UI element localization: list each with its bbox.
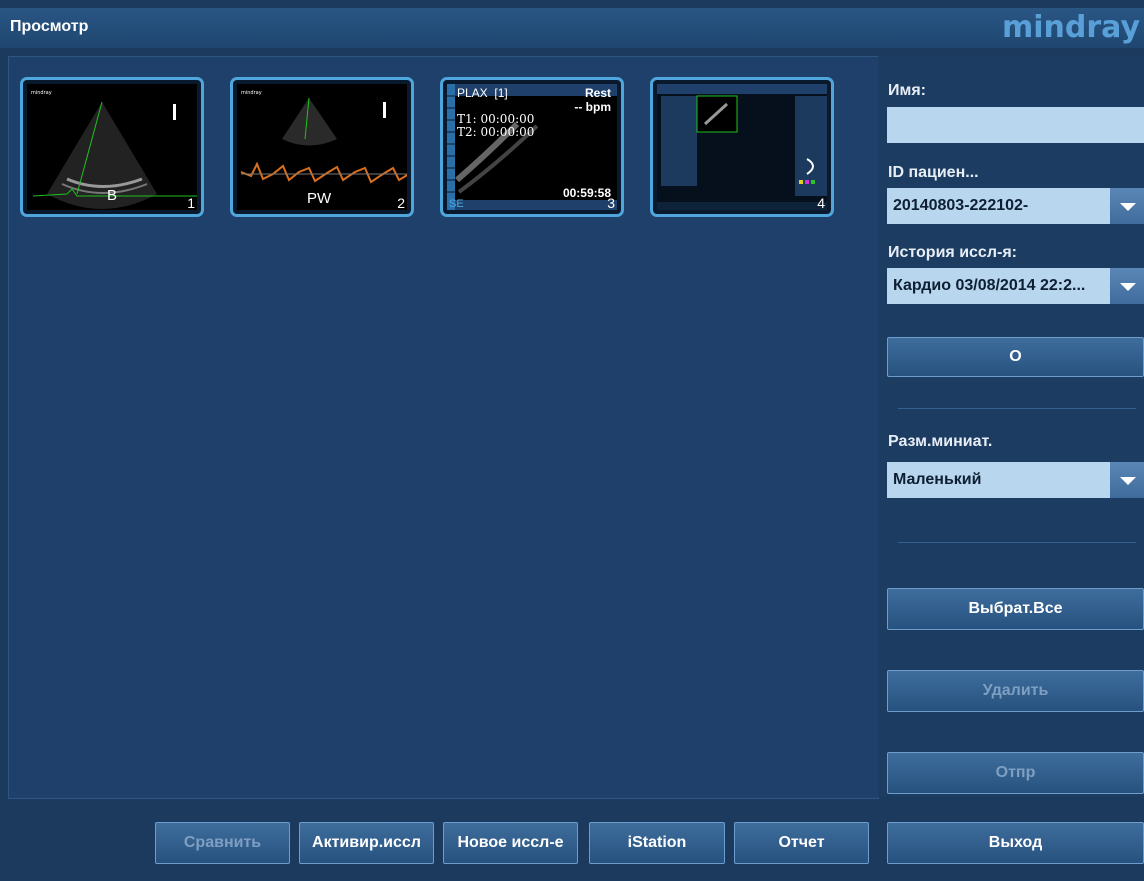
thumbnail-number: 1 [187,195,195,211]
thumbnail-size-label: Разм.миниат. [888,433,993,450]
istation-button[interactable]: iStation [589,822,725,864]
image-thumbnail-4[interactable]: 4 [650,77,834,217]
window-title: Просмотр [10,18,89,35]
ultrasound-pw-image: mindray PW [237,84,407,210]
report-button[interactable]: Отчет [734,822,869,864]
activate-exam-button[interactable]: Активир.иссл [299,822,434,864]
name-label: Имя: [888,82,926,99]
delete-button[interactable]: Удалить [887,670,1144,712]
thumbnail-number: 4 [817,195,825,211]
name-field[interactable] [887,107,1144,143]
side-panel: Имя: ID пациен... 20140803-222102- Истор… [878,56,1144,797]
chevron-down-icon[interactable] [1110,188,1144,224]
chevron-down-icon[interactable] [1110,268,1144,304]
chevron-down-icon[interactable] [1110,462,1144,498]
thumbnail-number: 3 [607,195,615,211]
mode-label: PW [307,190,332,207]
patient-id-select[interactable]: 20140803-222102- [887,188,1144,224]
divider [898,542,1136,543]
patient-id-value: 20140803-222102- [893,197,1029,214]
mindray-logo: mindray [1001,10,1140,45]
timer-t1: T1: 00:00:00 [457,112,535,126]
patient-id-label: ID пациен... [888,164,979,181]
bottom-toolbar: Сравнить Активир.иссл Новое иссл-е iStat… [0,800,1144,881]
stress-echo-image: PLAX [1] Rest -- bpm T1: 00:00:00 T2: 00… [447,84,617,210]
image-thumbnail-1[interactable]: mindray B 1 [20,77,204,217]
se-tag: SE [449,198,464,210]
exam-history-select[interactable]: Кардио 03/08/2014 22:2... [887,268,1144,304]
title-bar: Просмотр mindray [0,8,1144,48]
exam-history-value: Кардио 03/08/2014 22:2... [893,277,1086,294]
thumbnail-size-select[interactable]: Маленький [887,462,1144,498]
divider [898,408,1136,409]
thumbnail-area: mindray B 1 mindray PW 2 PLAX [1] Rest -… [8,56,879,799]
send-button[interactable]: Отпр [887,752,1144,794]
screen-capture-image [657,84,827,210]
exit-button[interactable]: Выход [887,822,1144,864]
thumbnail-size-value: Маленький [893,471,982,488]
view-label: PLAX [1] [457,86,508,100]
clip-time: 00:59:58 [562,186,611,200]
svg-text:mindray: mindray [31,90,52,96]
compare-button[interactable]: Сравнить [155,822,290,864]
thumbnail-number: 2 [397,195,405,211]
ultrasound-b-image: mindray B [27,84,197,210]
new-exam-button[interactable]: Новое иссл-е [443,822,578,864]
svg-text:mindray: mindray [241,90,262,96]
select-all-button[interactable]: Выбрат.Все [887,588,1144,630]
image-thumbnail-2[interactable]: mindray PW 2 [230,77,414,217]
heart-rate: -- bpm [574,100,611,114]
o-button[interactable]: O [887,337,1144,377]
image-thumbnail-3[interactable]: PLAX [1] Rest -- bpm T1: 00:00:00 T2: 00… [440,77,624,217]
stage-label: Rest [584,86,611,100]
timer-t2: T2: 00:00:00 [457,125,535,139]
exam-history-label: История иссл-я: [888,244,1017,261]
mode-label: B [107,187,118,204]
